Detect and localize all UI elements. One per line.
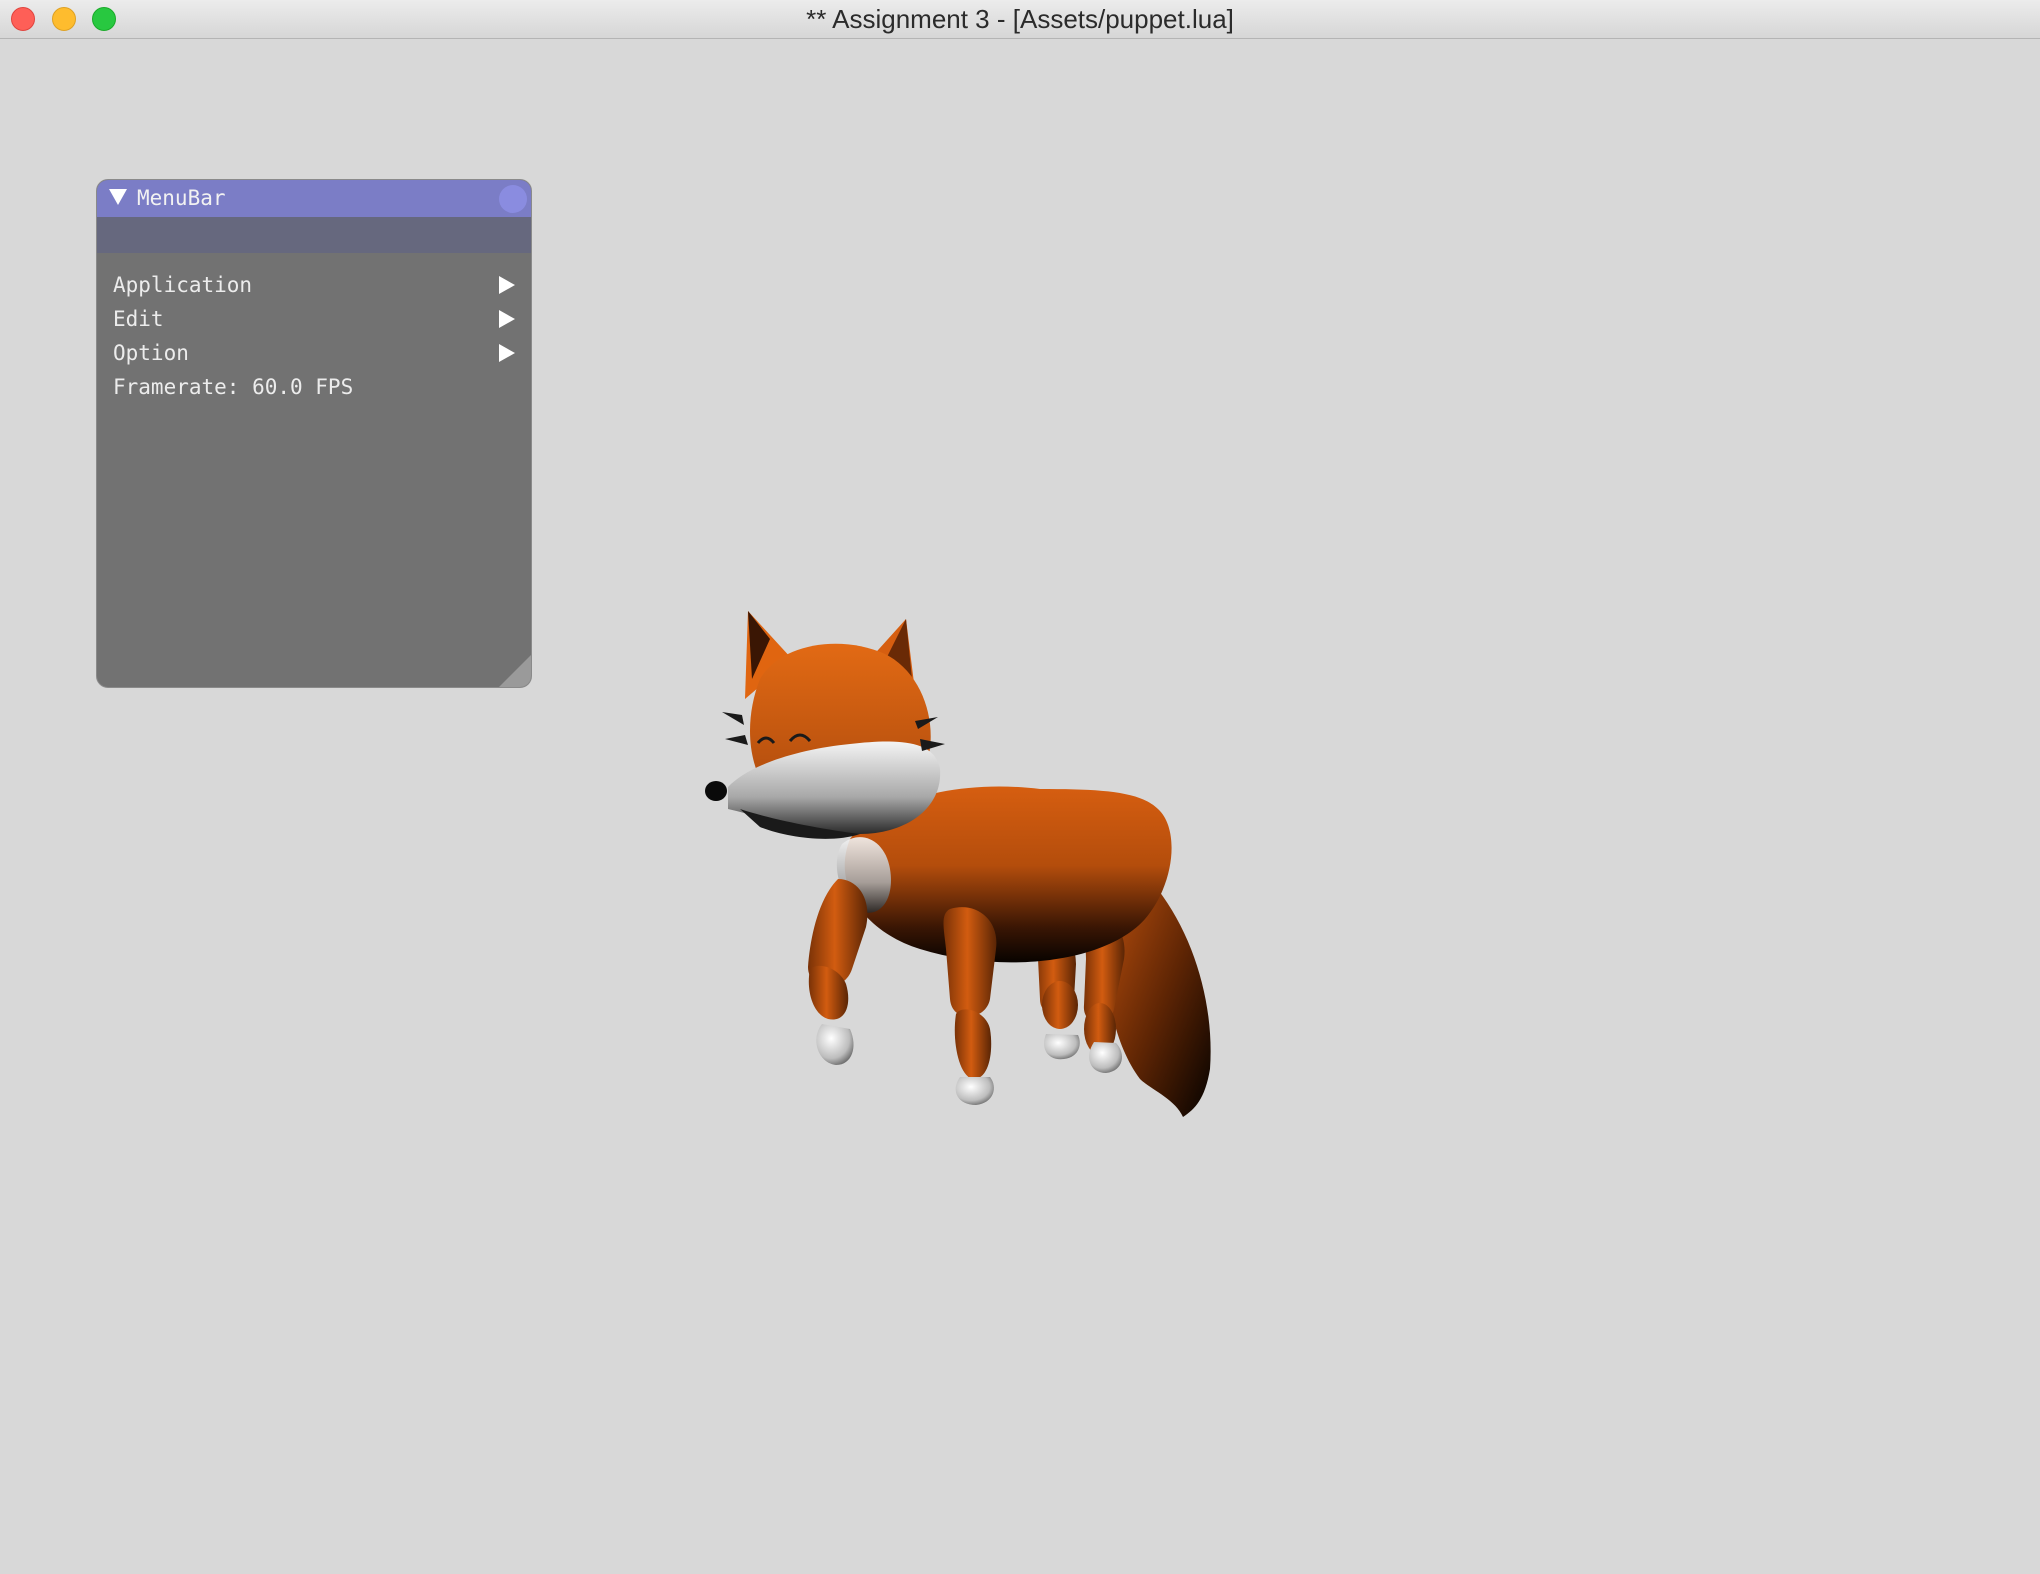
menu-list: Application Edit Option Framerate: 60.0 … [97,268,531,404]
submenu-arrow-icon [499,310,515,328]
menu-item-option[interactable]: Option [97,336,531,370]
menubar-strip [97,217,531,253]
window-titlebar[interactable]: ** Assignment 3 - [Assets/puppet.lua] [0,0,2040,39]
window-title: ** Assignment 3 - [Assets/puppet.lua] [806,4,1234,34]
framerate-readout: Framerate: 60.0 FPS [97,370,531,404]
render-viewport[interactable]: MenuBar Application Edit Option Framerat… [0,39,2040,1574]
menu-item-application[interactable]: Application [97,268,531,302]
fox-head [705,611,945,839]
panel-close-icon[interactable] [499,185,527,213]
menu-item-label: Option [113,341,189,365]
menu-item-label: Application [113,273,253,297]
menu-item-label: Edit [113,307,164,331]
submenu-arrow-icon [499,276,515,294]
panel-title: MenuBar [137,186,226,210]
menubar-panel[interactable]: MenuBar Application Edit Option Framerat… [96,179,532,688]
collapse-arrow-icon[interactable] [109,189,127,205]
resize-grip-icon[interactable] [499,655,531,687]
submenu-arrow-icon [499,344,515,362]
panel-titlebar[interactable]: MenuBar [97,180,531,217]
framerate-text: Framerate: 60.0 FPS [113,375,354,399]
menu-item-edit[interactable]: Edit [97,302,531,336]
